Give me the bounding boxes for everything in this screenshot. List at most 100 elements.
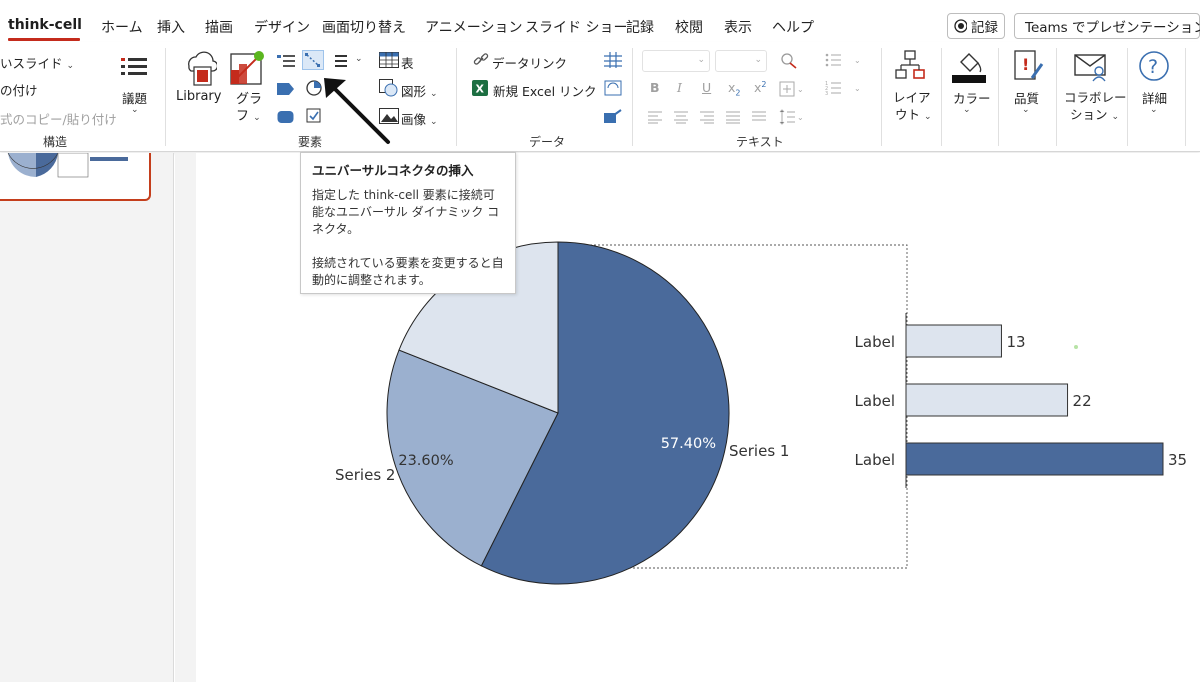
justify-icon[interactable] bbox=[726, 110, 742, 124]
tab-review[interactable]: 校閲 bbox=[675, 17, 703, 37]
bar[interactable] bbox=[905, 324, 1002, 358]
agenda-chevron-icon: ⌄ bbox=[131, 105, 139, 115]
slide-thumbnail-panel bbox=[0, 153, 174, 682]
font-name-dropdown[interactable]: ⌄ bbox=[642, 50, 710, 72]
format-painter-icon[interactable] bbox=[780, 52, 798, 70]
new-excel-link-button[interactable]: 新規 Excel リンク bbox=[493, 81, 597, 100]
chevron-down-icon: ⌄ bbox=[1111, 112, 1120, 122]
bar[interactable] bbox=[905, 442, 1164, 476]
tooltip-description-2: 接続されている要素を変更すると自動的に調整されます。 bbox=[312, 256, 504, 287]
italic-button[interactable]: I bbox=[677, 80, 682, 95]
record-button[interactable]: 記録 bbox=[947, 13, 1005, 39]
tab-draw[interactable]: 描画 bbox=[205, 17, 233, 37]
bar[interactable] bbox=[905, 383, 1069, 417]
text-list-icon[interactable] bbox=[277, 54, 295, 68]
data-refresh-icon[interactable] bbox=[604, 80, 622, 96]
align-left-icon[interactable] bbox=[648, 110, 664, 124]
group-separator bbox=[1127, 48, 1128, 146]
pie-series-label: Series 2 bbox=[335, 466, 395, 484]
tab-transitions[interactable]: 画面切り替え bbox=[322, 17, 406, 37]
group-separator bbox=[941, 48, 942, 146]
record-button-label: 記録 bbox=[971, 20, 998, 36]
svg-text:X: X bbox=[476, 83, 485, 96]
svg-text:⌄: ⌄ bbox=[854, 56, 861, 65]
tab-think-cell[interactable]: think-cell bbox=[8, 17, 82, 33]
subscript-button[interactable]: x2 bbox=[728, 80, 741, 98]
tooltip: ユニバーサルコネクタの挿入 指定した think-cell 要素に接続可能なユニ… bbox=[300, 152, 516, 294]
superscript-button[interactable]: x2 bbox=[754, 80, 767, 95]
chevron-shape-icon[interactable] bbox=[277, 82, 295, 96]
shape-button[interactable]: 図形 ⌄ bbox=[401, 81, 438, 100]
collaboration-label-2[interactable]: ション ⌄ bbox=[1070, 104, 1119, 123]
svg-text:⌄: ⌄ bbox=[797, 113, 804, 122]
quality-chevron-icon[interactable]: ⌄ bbox=[1022, 105, 1030, 115]
svg-text:3: 3 bbox=[825, 91, 828, 96]
tab-home[interactable]: ホーム bbox=[101, 17, 143, 37]
rounded-rect-icon[interactable] bbox=[277, 110, 295, 124]
tab-insert[interactable]: 挿入 bbox=[157, 17, 185, 37]
color-fill-icon bbox=[952, 53, 986, 83]
align-right-icon[interactable] bbox=[700, 110, 716, 124]
group-separator bbox=[1056, 48, 1057, 146]
pie-series-label: Series 1 bbox=[729, 442, 789, 460]
new-slide-button[interactable]: いスライド ⌄ bbox=[0, 53, 74, 72]
svg-text:!: ! bbox=[1022, 55, 1029, 74]
group-separator bbox=[1185, 48, 1186, 146]
distribute-icon[interactable] bbox=[752, 110, 768, 124]
font-size-dropdown[interactable]: ⌄ bbox=[715, 50, 767, 72]
data-grid-icon[interactable] bbox=[604, 52, 622, 68]
tooltip-description: 指定した think-cell 要素に接続可能なユニバーサル ダイナミック コネ… bbox=[312, 188, 500, 236]
graph-label-2[interactable]: フ ⌄ bbox=[236, 105, 261, 124]
tab-help[interactable]: ヘルプ bbox=[772, 17, 814, 37]
chevron-down-icon: ⌄ bbox=[754, 55, 762, 65]
align-center-icon[interactable] bbox=[674, 110, 690, 124]
numbering-icon[interactable]: 123⌄ bbox=[825, 80, 863, 96]
tab-animations[interactable]: アニメーション bbox=[425, 17, 522, 37]
data-link-button[interactable]: データリンク bbox=[492, 53, 567, 72]
color-chevron-icon[interactable]: ⌄ bbox=[963, 105, 971, 115]
bold-button[interactable]: B bbox=[650, 80, 660, 95]
data-export-icon[interactable] bbox=[604, 108, 622, 124]
bullets-icon[interactable]: ⌄ bbox=[825, 52, 863, 68]
chevron-down-icon: ⌄ bbox=[66, 61, 75, 71]
align-menu-icon[interactable] bbox=[335, 54, 349, 68]
active-tab-indicator bbox=[8, 38, 80, 41]
tab-view[interactable]: 表示 bbox=[724, 17, 752, 37]
underline-button[interactable]: U bbox=[702, 80, 711, 95]
excel-icon: X bbox=[472, 80, 488, 96]
chevron-down-icon: ⌄ bbox=[924, 112, 932, 122]
align-chevron-icon[interactable]: ⌄ bbox=[355, 54, 363, 64]
library-button[interactable]: Library bbox=[176, 89, 221, 104]
teams-present-button[interactable]: T Teams でプレゼンテーション bbox=[1014, 13, 1200, 39]
color-button[interactable]: カラー bbox=[953, 88, 991, 107]
quality-icon: ! bbox=[1014, 50, 1044, 80]
layout-label-2[interactable]: ウト ⌄ bbox=[895, 104, 932, 123]
text-box-margin-icon[interactable]: ⌄ bbox=[779, 80, 805, 98]
chevron-down-icon: ⌄ bbox=[430, 89, 438, 99]
shape-label: 図形 bbox=[401, 84, 427, 99]
text-group-label: テキスト bbox=[736, 135, 784, 149]
bar-category-label: Label bbox=[855, 333, 895, 351]
chevron-down-icon: ⌄ bbox=[430, 117, 438, 127]
tab-slideshow[interactable]: スライド ショー bbox=[525, 17, 627, 37]
group-separator bbox=[632, 48, 633, 146]
slide-thumbnail[interactable] bbox=[0, 153, 151, 201]
copy-paste-format-button[interactable]: 式のコピー/貼り付け bbox=[0, 109, 117, 128]
library-icon bbox=[188, 51, 217, 86]
record-icon bbox=[954, 19, 967, 33]
image-button[interactable]: 画像 ⌄ bbox=[401, 109, 438, 128]
graph-icon bbox=[230, 51, 264, 85]
pie-slice-value-label: 57.40% bbox=[661, 436, 716, 452]
group-separator bbox=[456, 48, 457, 146]
tab-design[interactable]: デザイン bbox=[254, 17, 310, 37]
bar-chart[interactable]: Label 13 Label 22 Label 35 bbox=[855, 313, 1188, 488]
table-button[interactable]: 表 bbox=[401, 53, 414, 72]
slide-thumbnail-preview bbox=[7, 153, 128, 178]
universal-connector-icon[interactable] bbox=[302, 50, 324, 70]
chevron-down-icon: ⌄ bbox=[697, 55, 705, 65]
line-spacing-icon[interactable]: ⌄ bbox=[779, 108, 805, 126]
svg-text:⌄: ⌄ bbox=[797, 85, 804, 94]
tab-record[interactable]: 記録 bbox=[626, 17, 654, 37]
details-chevron-icon[interactable]: ⌄ bbox=[1150, 105, 1158, 115]
attach-button[interactable]: の付け bbox=[0, 80, 38, 99]
